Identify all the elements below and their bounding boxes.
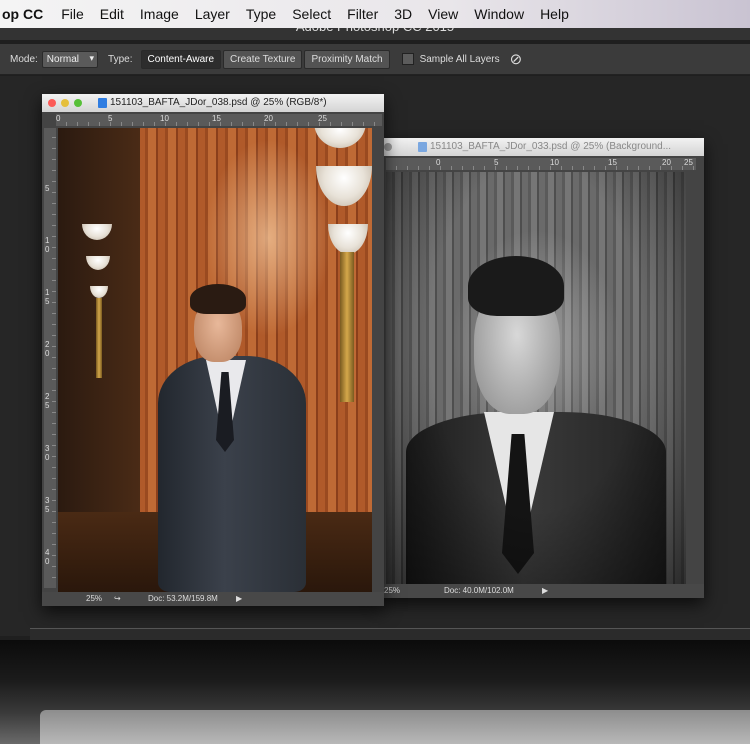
- type-label: Type:: [108, 53, 133, 65]
- menu-help[interactable]: Help: [532, 6, 577, 22]
- ruler-tick: 2 0: [45, 340, 50, 358]
- screen: Adobe Photoshop CC 2015 op CC File Edit …: [0, 0, 750, 660]
- brush-pressure-icon[interactable]: ⊘: [510, 50, 523, 68]
- ruler-tick: 1 0: [45, 236, 50, 254]
- close-icon[interactable]: [48, 99, 56, 107]
- content-aware-button[interactable]: Content-Aware: [140, 49, 222, 69]
- proximity-match-button[interactable]: Proximity Match: [304, 49, 390, 69]
- document-2-zoom[interactable]: 25%: [384, 584, 400, 598]
- sample-all-layers-label: Sample All Layers: [419, 53, 500, 65]
- document-2-size[interactable]: Doc: 40.0M/102.0M: [444, 584, 514, 598]
- ruler-tick: 5: [108, 114, 113, 123]
- document-1-title-bar[interactable]: 151103_BAFTA_JDor_038.psd @ 25% (RGB/8*): [42, 94, 384, 112]
- document-2-canvas[interactable]: [386, 172, 686, 584]
- ruler-tick: 15: [212, 114, 221, 123]
- ruler-tick: 20: [264, 114, 273, 123]
- create-texture-button[interactable]: Create Texture: [223, 49, 303, 69]
- document-1-size[interactable]: Doc: 53.2M/159.8M: [148, 592, 218, 606]
- status-arrow-icon[interactable]: ▶: [542, 584, 548, 598]
- laptop-base: [40, 710, 750, 744]
- document-1-title: 151103_BAFTA_JDor_038.psd @ 25% (RGB/8*): [110, 97, 327, 108]
- type-segmented-control: Content-Aware Create Texture Proximity M…: [140, 49, 392, 69]
- menu-select[interactable]: Select: [284, 6, 339, 22]
- document-2-title-bar[interactable]: 151103_BAFTA_JDor_033.psd @ 25% (Backgro…: [378, 138, 704, 156]
- menu-view[interactable]: View: [420, 6, 466, 22]
- menu-app-name[interactable]: op CC: [0, 6, 53, 22]
- ruler-tick: 10: [550, 158, 559, 167]
- ruler-tick: 15: [608, 158, 617, 167]
- psd-file-icon: [98, 98, 107, 108]
- menu-edit[interactable]: Edit: [92, 6, 132, 22]
- status-arrow-icon[interactable]: ▶: [236, 592, 242, 606]
- document-2-horizontal-ruler[interactable]: 0 5 10 15 20 25: [386, 158, 696, 170]
- document-1-horizontal-ruler[interactable]: 0 5 10 15 20 25: [56, 114, 382, 126]
- ruler-tick: 5: [494, 158, 499, 167]
- document-1-status-bar: 25% ↪ Doc: 53.2M/159.8M ▶: [42, 592, 384, 606]
- ruler-tick: 25: [318, 114, 327, 123]
- document-2-status-bar: 25% Doc: 40.0M/102.0M ▶: [378, 584, 704, 598]
- menu-type[interactable]: Type: [238, 6, 284, 22]
- menu-3d[interactable]: 3D: [386, 6, 420, 22]
- sample-all-layers-checkbox[interactable]: [401, 53, 414, 65]
- wall-sconce-bowl: [314, 128, 366, 148]
- ruler-tick: 20: [662, 158, 671, 167]
- wall-sconce-bowl: [328, 224, 368, 254]
- document-1-zoom[interactable]: 25%: [86, 592, 102, 606]
- document-window-1[interactable]: 151103_BAFTA_JDor_038.psd @ 25% (RGB/8*)…: [42, 94, 384, 606]
- ruler-tick: 10: [160, 114, 169, 123]
- document-2-title: 151103_BAFTA_JDor_033.psd @ 25% (Backgro…: [430, 141, 672, 152]
- wall-sconce-bowl: [316, 166, 372, 206]
- wall-sconce-stem: [96, 298, 102, 378]
- options-bar: Mode: Normal Type: Content-Aware Create …: [0, 44, 750, 75]
- document-window-2[interactable]: 151103_BAFTA_JDor_033.psd @ 25% (Backgro…: [378, 138, 704, 598]
- document-1-vertical-ruler[interactable]: 5 1 0 1 5 2 0 2 5 3 0 3 5 4 0: [44, 128, 56, 588]
- minimize-icon[interactable]: [61, 99, 69, 107]
- vignette: [386, 172, 686, 584]
- mode-select[interactable]: Normal: [41, 50, 99, 68]
- mode-label: Mode:: [10, 53, 38, 65]
- hair: [190, 284, 246, 314]
- close-icon[interactable]: [384, 143, 392, 151]
- menu-layer[interactable]: Layer: [187, 6, 238, 22]
- laptop-bezel: [0, 640, 750, 744]
- menu-bar: op CC File Edit Image Layer Type Select …: [0, 0, 750, 28]
- maximize-icon[interactable]: [74, 99, 82, 107]
- ruler-tick: 3 5: [45, 496, 50, 514]
- document-1-canvas[interactable]: [58, 128, 372, 592]
- ruler-tick: 0: [56, 114, 61, 123]
- ruler-tick: 3 0: [45, 444, 50, 462]
- menu-filter[interactable]: Filter: [339, 6, 386, 22]
- menu-window[interactable]: Window: [466, 6, 532, 22]
- wall-sconce-stem: [340, 252, 354, 402]
- export-icon[interactable]: ↪: [114, 592, 121, 606]
- ruler-tick: 4 0: [45, 548, 50, 566]
- ruler-tick: 25: [684, 158, 693, 167]
- ruler-tick: 5: [45, 184, 50, 193]
- ruler-tick: 0: [436, 158, 441, 167]
- menu-image[interactable]: Image: [132, 6, 187, 22]
- ruler-tick: 2 5: [45, 392, 50, 410]
- menu-file[interactable]: File: [53, 6, 92, 22]
- psd-file-icon: [418, 142, 427, 152]
- ruler-tick: 1 5: [45, 288, 50, 306]
